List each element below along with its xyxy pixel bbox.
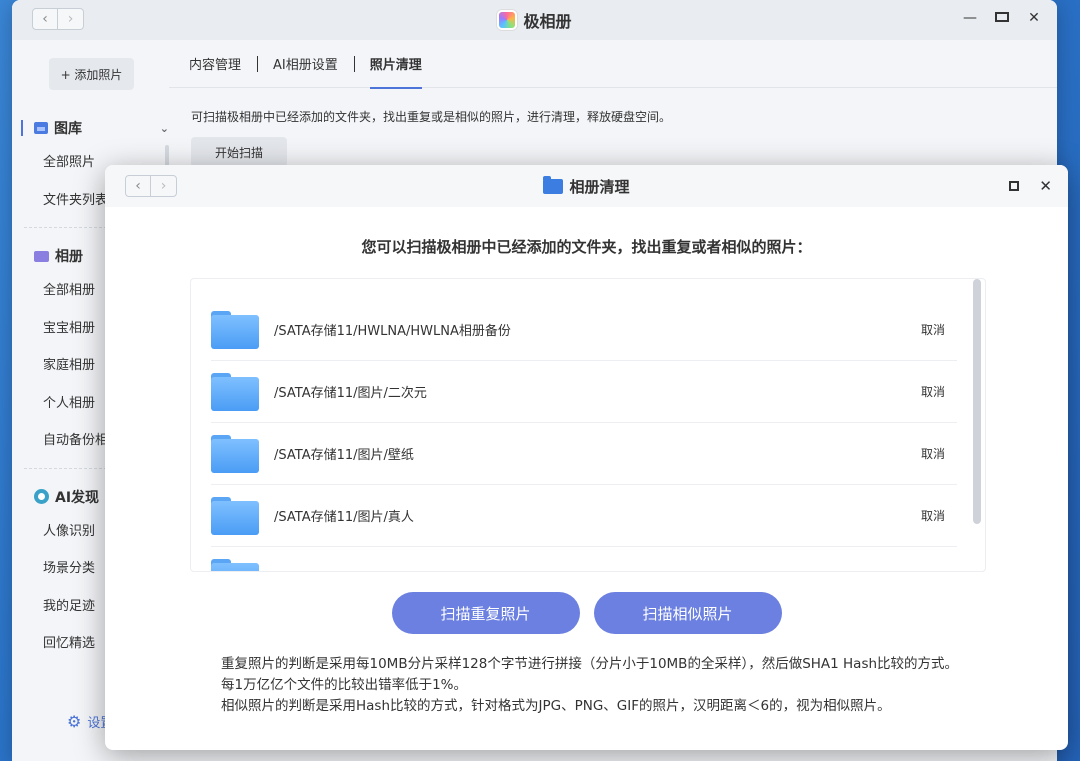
cancel-folder-button[interactable]: 取消 [921,445,945,462]
tab-content-management[interactable]: 内容管理 [189,40,257,88]
sidebar-head-label: AI发现 [55,489,100,506]
minimize-icon[interactable]: — [963,10,977,26]
scan-notes: 重复照片的判断是采用每10MB分片采样128个字节进行拼接（分片小于10MB的全… [221,654,961,717]
sidebar-head-label: 相册 [55,249,83,265]
folder-path: /SATA存储11/HWLNA/HWLNA相册备份 [274,324,511,339]
window-controls: — ✕ [963,10,1041,26]
scan-similar-button[interactable]: 扫描相似照片 [593,592,782,634]
add-photo-button[interactable]: + 添加照片 [49,58,134,90]
maximize-icon[interactable] [1009,177,1020,195]
image-library-icon [34,122,48,134]
dialog-window-controls: ✕ [1009,177,1052,195]
cancel-folder-button[interactable]: 取消 [921,383,945,400]
sidebar-head-label: 图库 [54,121,82,137]
dialog-heading: 您可以扫描极相册中已经添加的文件夹，找出重复或者相似的照片： [361,238,812,256]
maximize-icon[interactable] [995,10,1009,26]
folder-list-scrollbar[interactable] [973,279,981,524]
dialog-title: 相册清理 [543,175,630,197]
dialog-titlebar: ‹ › 相册清理 ✕ [105,165,1068,207]
watermark-text: 值 什么值得买 [954,729,1068,750]
folder-list: /SATA存储11/HWLNA/HWLNA相册备份 取消 /SATA存储11/图… [190,278,986,572]
folder-icon [211,559,259,571]
back-button[interactable]: ‹ [32,8,58,30]
ai-discover-icon [34,489,49,504]
cleanup-description: 可扫描极相册中已经添加的文件夹，找出重复或是相似的照片，进行清理，释放硬盘空间。 [191,110,672,124]
dialog-nav-arrows: ‹ › [125,175,177,197]
app-titlebar: ‹ › 极相册 — ✕ [12,0,1057,40]
app-logo-icon [497,10,518,30]
dialog-forward-button[interactable]: › [151,175,177,197]
tab-ai-album-settings[interactable]: AI相册设置 [257,40,354,88]
folder-path: /SATA存储11/图片/壁纸 [274,448,414,463]
close-icon[interactable]: ✕ [1027,10,1041,26]
folder-icon [211,496,259,535]
folder-path: /SATA存储11/图片/真人 [274,510,414,525]
watermark: 值 什么值得买 [954,725,1068,751]
folder-path: /SATA存储11/图片/二次元 [274,386,427,401]
close-icon[interactable]: ✕ [1039,177,1052,195]
app-nav-arrows: ‹ › [32,8,84,30]
tab-bar: 内容管理 AI相册设置 照片清理 [169,40,1057,89]
gear-icon: ⚙ [67,712,82,731]
dialog-back-button[interactable]: ‹ [125,175,151,197]
folder-icon [211,372,259,411]
app-title: 极相册 [497,8,572,32]
scan-duplicate-button[interactable]: 扫描重复照片 [391,592,580,634]
folder-row-partial [211,547,957,571]
folder-row: /SATA存储11/HWLNA/HWLNA相册备份 取消 [211,299,957,361]
scan-button-row: 扫描重复照片 扫描相似照片 [105,592,1068,634]
dialog-title-text: 相册清理 [569,177,630,196]
tab-photo-cleanup[interactable]: 照片清理 [353,40,438,89]
folder-row: /SATA存储11/图片/真人 取消 [211,485,957,547]
folder-row: /SATA存储11/图片/二次元 取消 [211,361,957,423]
folder-icon [211,434,259,473]
album-icon [34,250,49,262]
app-title-text: 极相册 [523,12,572,31]
duplicate-note: 重复照片的判断是采用每10MB分片采样128个字节进行拼接（分片小于10MB的全… [221,656,959,693]
cancel-folder-button[interactable]: 取消 [921,321,945,338]
start-scan-button[interactable]: 开始扫描 [191,137,287,167]
album-cleanup-dialog: ‹ › 相册清理 ✕ 您可以扫描极相册中已经添加的文件夹，找出重复或者相似的照片… [105,165,1068,750]
cancel-folder-button[interactable]: 取消 [921,507,945,524]
folder-icon [543,175,564,194]
chevron-down-icon[interactable]: ⌄ [160,122,169,135]
sidebar-head-library[interactable]: 图库 ⌄ [12,114,169,142]
forward-button[interactable]: › [58,8,84,30]
similar-note: 相似照片的判断是采用Hash比较的方式，针对格式为JPG、PNG、GIF的照片，… [221,698,891,714]
folder-row: /SATA存储11/图片/壁纸 取消 [211,423,957,485]
folder-icon [211,310,259,349]
